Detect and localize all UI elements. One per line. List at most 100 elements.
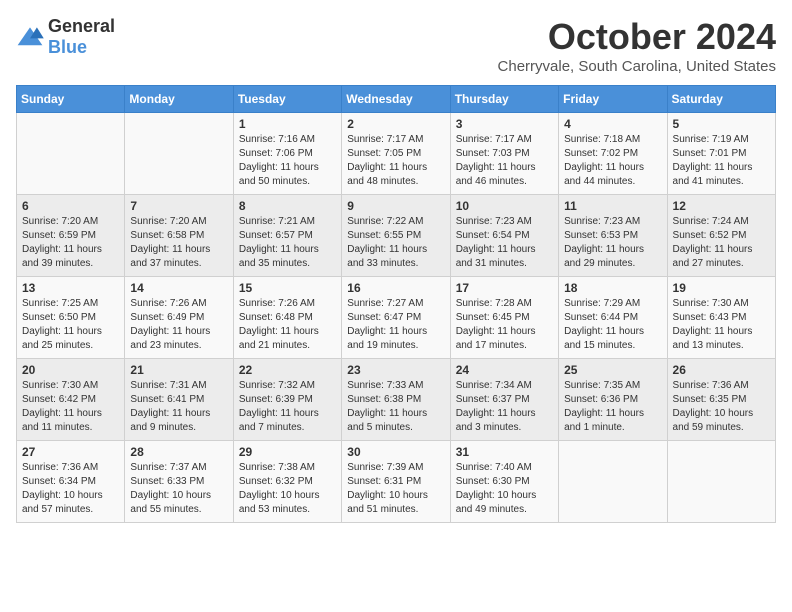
day-number: 20 bbox=[22, 363, 119, 377]
calendar-cell: 6Sunrise: 7:20 AM Sunset: 6:59 PM Daylig… bbox=[17, 195, 125, 277]
day-number: 10 bbox=[456, 199, 553, 213]
calendar-cell: 27 Sunrise: 7:36 AM Sunset: 6:34 PM Dayli… bbox=[17, 441, 125, 523]
day-content: Sunrise: 7:16 AM Sunset: 7:06 PM Dayligh… bbox=[239, 133, 336, 189]
week-row-4: 20 Sunrise: 7:30 AM Sunset: 6:42 PM Dayli… bbox=[17, 359, 776, 441]
day-content: Sunrise: 7:30 AM Sunset: 6:43 PM Dayligh… bbox=[673, 297, 770, 353]
day-content: Sunrise: 7:34 AM Sunset: 6:37 PM Dayligh… bbox=[456, 379, 553, 435]
calendar-cell: 11Sunrise: 7:23 AM Sunset: 6:53 PM Dayli… bbox=[559, 195, 667, 277]
day-content: Sunrise: 7:36 AM Sunset: 6:34 PM Dayligh… bbox=[22, 461, 119, 517]
calendar-cell: 10 Sunrise: 7:23 AM Sunset: 6:54 PM Dayli… bbox=[450, 195, 558, 277]
calendar-cell bbox=[667, 441, 775, 523]
day-content: Sunrise: 7:25 AM Sunset: 6:50 PM Dayligh… bbox=[22, 297, 119, 353]
calendar-cell: 28Sunrise: 7:37 AM Sunset: 6:33 PM Dayli… bbox=[125, 441, 233, 523]
location-title: Cherryvale, South Carolina, United State… bbox=[498, 58, 776, 75]
calendar-cell: 7 Sunrise: 7:20 AM Sunset: 6:58 PM Daylig… bbox=[125, 195, 233, 277]
day-number: 18 bbox=[564, 281, 661, 295]
day-content: Sunrise: 7:27 AM Sunset: 6:47 PM Dayligh… bbox=[347, 297, 444, 353]
calendar-cell: 14 Sunrise: 7:26 AM Sunset: 6:49 PM Dayli… bbox=[125, 277, 233, 359]
calendar-cell bbox=[17, 113, 125, 195]
month-title: October 2024 bbox=[498, 16, 776, 58]
day-content: Sunrise: 7:40 AM Sunset: 6:30 PM Dayligh… bbox=[456, 461, 553, 517]
day-number: 29 bbox=[239, 445, 336, 459]
calendar-cell: 30Sunrise: 7:39 AM Sunset: 6:31 PM Dayli… bbox=[342, 441, 450, 523]
day-content: Sunrise: 7:30 AM Sunset: 6:42 PM Dayligh… bbox=[22, 379, 119, 435]
day-content: Sunrise: 7:21 AM Sunset: 6:57 PM Dayligh… bbox=[239, 215, 336, 271]
day-content: Sunrise: 7:19 AM Sunset: 7:01 PM Dayligh… bbox=[673, 133, 770, 189]
day-number: 26 bbox=[673, 363, 770, 377]
day-content: Sunrise: 7:17 AM Sunset: 7:05 PM Dayligh… bbox=[347, 133, 444, 189]
calendar-cell: 25Sunrise: 7:35 AM Sunset: 6:36 PM Dayli… bbox=[559, 359, 667, 441]
calendar-cell bbox=[125, 113, 233, 195]
week-row-3: 13 Sunrise: 7:25 AM Sunset: 6:50 PM Dayli… bbox=[17, 277, 776, 359]
calendar-cell: 18 Sunrise: 7:29 AM Sunset: 6:44 PM Dayli… bbox=[559, 277, 667, 359]
day-content: Sunrise: 7:24 AM Sunset: 6:52 PM Dayligh… bbox=[673, 215, 770, 271]
day-number: 2 bbox=[347, 117, 444, 131]
logo-icon bbox=[16, 26, 44, 48]
calendar-cell: 24 Sunrise: 7:34 AM Sunset: 6:37 PM Dayli… bbox=[450, 359, 558, 441]
day-content: Sunrise: 7:26 AM Sunset: 6:49 PM Dayligh… bbox=[130, 297, 227, 353]
day-header-monday: Monday bbox=[125, 86, 233, 113]
day-header-friday: Friday bbox=[559, 86, 667, 113]
day-content: Sunrise: 7:32 AM Sunset: 6:39 PM Dayligh… bbox=[239, 379, 336, 435]
day-header-wednesday: Wednesday bbox=[342, 86, 450, 113]
calendar-cell: 9Sunrise: 7:22 AM Sunset: 6:55 PM Daylig… bbox=[342, 195, 450, 277]
day-content: Sunrise: 7:23 AM Sunset: 6:54 PM Dayligh… bbox=[456, 215, 553, 271]
day-number: 22 bbox=[239, 363, 336, 377]
day-content: Sunrise: 7:36 AM Sunset: 6:35 PM Dayligh… bbox=[673, 379, 770, 435]
day-content: Sunrise: 7:31 AM Sunset: 6:41 PM Dayligh… bbox=[130, 379, 227, 435]
calendar-cell: 12 Sunrise: 7:24 AM Sunset: 6:52 PM Dayli… bbox=[667, 195, 775, 277]
calendar-cell: 21 Sunrise: 7:31 AM Sunset: 6:41 PM Dayli… bbox=[125, 359, 233, 441]
calendar-cell: 17 Sunrise: 7:28 AM Sunset: 6:45 PM Dayli… bbox=[450, 277, 558, 359]
day-number: 31 bbox=[456, 445, 553, 459]
logo-text: General Blue bbox=[48, 16, 115, 58]
day-content: Sunrise: 7:26 AM Sunset: 6:48 PM Dayligh… bbox=[239, 297, 336, 353]
day-number: 23 bbox=[347, 363, 444, 377]
day-content: Sunrise: 7:29 AM Sunset: 6:44 PM Dayligh… bbox=[564, 297, 661, 353]
day-header-thursday: Thursday bbox=[450, 86, 558, 113]
calendar-cell: 5Sunrise: 7:19 AM Sunset: 7:01 PM Daylig… bbox=[667, 113, 775, 195]
day-number: 15 bbox=[239, 281, 336, 295]
day-number: 24 bbox=[456, 363, 553, 377]
day-header-sunday: Sunday bbox=[17, 86, 125, 113]
day-number: 11 bbox=[564, 199, 661, 213]
day-number: 21 bbox=[130, 363, 227, 377]
day-number: 12 bbox=[673, 199, 770, 213]
day-header-saturday: Saturday bbox=[667, 86, 775, 113]
day-number: 19 bbox=[673, 281, 770, 295]
calendar-cell: 16 Sunrise: 7:27 AM Sunset: 6:47 PM Dayli… bbox=[342, 277, 450, 359]
week-row-5: 27 Sunrise: 7:36 AM Sunset: 6:34 PM Dayli… bbox=[17, 441, 776, 523]
calendar-cell: 1 Sunrise: 7:16 AM Sunset: 7:06 PM Daylig… bbox=[233, 113, 341, 195]
day-number: 8 bbox=[239, 199, 336, 213]
day-content: Sunrise: 7:35 AM Sunset: 6:36 PM Dayligh… bbox=[564, 379, 661, 435]
day-number: 7 bbox=[130, 199, 227, 213]
day-content: Sunrise: 7:39 AM Sunset: 6:31 PM Dayligh… bbox=[347, 461, 444, 517]
calendar-table: SundayMondayTuesdayWednesdayThursdayFrid… bbox=[16, 85, 776, 523]
calendar-cell: 29Sunrise: 7:38 AM Sunset: 6:32 PM Dayli… bbox=[233, 441, 341, 523]
day-number: 16 bbox=[347, 281, 444, 295]
day-number: 4 bbox=[564, 117, 661, 131]
day-number: 13 bbox=[22, 281, 119, 295]
day-number: 17 bbox=[456, 281, 553, 295]
calendar-cell: 26 Sunrise: 7:36 AM Sunset: 6:35 PM Dayli… bbox=[667, 359, 775, 441]
day-number: 6 bbox=[22, 199, 119, 213]
day-content: Sunrise: 7:28 AM Sunset: 6:45 PM Dayligh… bbox=[456, 297, 553, 353]
calendar-cell: 23 Sunrise: 7:33 AM Sunset: 6:38 PM Dayli… bbox=[342, 359, 450, 441]
day-number: 3 bbox=[456, 117, 553, 131]
calendar-cell: 15 Sunrise: 7:26 AM Sunset: 6:48 PM Dayli… bbox=[233, 277, 341, 359]
day-number: 9 bbox=[347, 199, 444, 213]
day-number: 1 bbox=[239, 117, 336, 131]
day-content: Sunrise: 7:20 AM Sunset: 6:58 PM Dayligh… bbox=[130, 215, 227, 271]
day-number: 28 bbox=[130, 445, 227, 459]
calendar-cell: 20 Sunrise: 7:30 AM Sunset: 6:42 PM Dayli… bbox=[17, 359, 125, 441]
logo: General Blue bbox=[16, 16, 115, 58]
day-content: Sunrise: 7:33 AM Sunset: 6:38 PM Dayligh… bbox=[347, 379, 444, 435]
header: General Blue October 2024 Cherryvale, So… bbox=[16, 16, 776, 75]
week-row-1: 1 Sunrise: 7:16 AM Sunset: 7:06 PM Daylig… bbox=[17, 113, 776, 195]
calendar-cell: 8 Sunrise: 7:21 AM Sunset: 6:57 PM Daylig… bbox=[233, 195, 341, 277]
day-number: 14 bbox=[130, 281, 227, 295]
calendar-cell: 3Sunrise: 7:17 AM Sunset: 7:03 PM Daylig… bbox=[450, 113, 558, 195]
calendar-cell: 31 Sunrise: 7:40 AM Sunset: 6:30 PM Dayli… bbox=[450, 441, 558, 523]
calendar-cell: 19 Sunrise: 7:30 AM Sunset: 6:43 PM Dayli… bbox=[667, 277, 775, 359]
week-row-2: 6Sunrise: 7:20 AM Sunset: 6:59 PM Daylig… bbox=[17, 195, 776, 277]
day-number: 27 bbox=[22, 445, 119, 459]
